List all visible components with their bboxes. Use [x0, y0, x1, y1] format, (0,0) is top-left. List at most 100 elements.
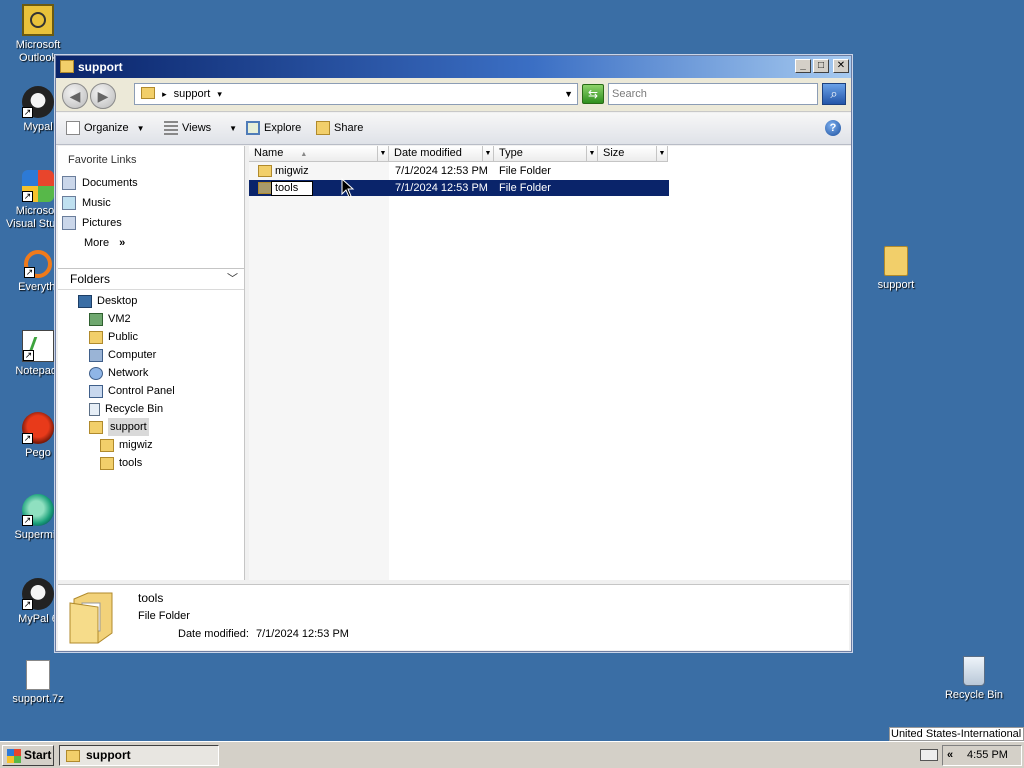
chevron-down-icon: ▼: [229, 123, 238, 133]
tree-item-label: migwiz: [119, 439, 153, 451]
file-name: migwiz: [275, 165, 309, 177]
desktop-icon: [78, 294, 92, 308]
explore-button[interactable]: Explore: [246, 121, 301, 135]
file-type: File Folder: [499, 165, 551, 177]
shortcut-arrow-icon: ↗: [22, 107, 33, 118]
folder-icon: [141, 87, 155, 99]
close-button[interactable]: ✕: [833, 59, 849, 73]
organize-icon: [66, 121, 80, 135]
shortcut-arrow-icon: ↗: [22, 433, 33, 444]
window-controls: _ □ ✕: [795, 59, 849, 73]
column-header-name[interactable]: Name ▲ ▼: [249, 146, 389, 162]
command-toolbar: Organize ▼ Views ▼ Explore Share ?: [56, 113, 851, 145]
start-label: Start: [24, 748, 52, 762]
chevron-down-icon[interactable]: ﹀: [227, 269, 238, 289]
tree-item-label: Network: [108, 367, 149, 379]
organize-button[interactable]: Organize ▼: [66, 121, 145, 135]
search-input[interactable]: Search: [608, 83, 818, 105]
tree-item-label: VM2: [108, 313, 131, 325]
column-filter-dropdown[interactable]: ▼: [656, 146, 667, 161]
tree-item-support[interactable]: support: [89, 418, 149, 436]
details-name: tools: [138, 591, 164, 605]
favorite-item-documents[interactable]: Documents: [62, 174, 138, 192]
tree-item-tools[interactable]: tools: [100, 454, 142, 472]
user-folder-icon: [89, 312, 103, 326]
shortcut-arrow-icon: ↗: [23, 350, 34, 361]
tree-item-control-panel[interactable]: Control Panel: [89, 382, 175, 400]
tree-item-label: Recycle Bin: [105, 403, 164, 415]
address-dropdown-icon[interactable]: ▼: [564, 84, 573, 104]
share-button[interactable]: Share: [316, 121, 363, 135]
shortcut-arrow-icon: ↗: [22, 191, 33, 202]
views-icon: [164, 121, 178, 135]
address-bar[interactable]: ▸ support ▾ ▼: [134, 83, 578, 105]
start-button[interactable]: Start: [2, 745, 54, 766]
rename-input[interactable]: tools: [271, 181, 313, 196]
favorite-item-pictures[interactable]: Pictures: [62, 214, 122, 232]
tree-item-label: tools: [119, 457, 143, 469]
desktop-icon-support-folder[interactable]: support: [858, 246, 934, 292]
mypal-icon: ↗: [22, 578, 54, 610]
taskbar-item-support[interactable]: support: [59, 745, 219, 766]
tray-expand-button[interactable]: «: [943, 746, 957, 765]
search-icon[interactable]: ⌕: [822, 83, 846, 105]
tree-item-recycle-bin[interactable]: Recycle Bin: [89, 400, 163, 418]
tree-item-computer[interactable]: Computer: [89, 346, 156, 364]
folder-icon: [258, 165, 272, 177]
favorite-more[interactable]: More »: [84, 234, 125, 252]
help-icon[interactable]: ?: [825, 120, 841, 136]
minimize-button[interactable]: _: [795, 59, 811, 73]
network-icon: [89, 366, 103, 380]
desktop-icon-recycle-bin[interactable]: Recycle Bin: [936, 656, 1012, 702]
details-pane: tools File Folder Date modified: 7/1/202…: [58, 584, 849, 650]
notepad-icon: ↗: [22, 330, 54, 362]
column-filter-dropdown[interactable]: ▼: [586, 146, 597, 161]
desktop-icon-support-7z[interactable]: support.7z: [0, 660, 76, 706]
file-row-tools[interactable]: tools 7/1/2024 12:53 PM File Folder: [249, 180, 669, 196]
language-bar[interactable]: United States-International: [889, 727, 1024, 741]
folder-icon: [884, 246, 908, 276]
window-title: support: [78, 60, 123, 74]
breadcrumb-separator: ▸: [162, 89, 167, 99]
maximize-button[interactable]: □: [813, 59, 829, 73]
pego-icon: ↗: [22, 412, 54, 444]
system-tray: « 4:55 PM: [942, 745, 1022, 766]
window-titlebar[interactable]: support _ □ ✕: [56, 56, 851, 78]
supermium-icon: ↗: [22, 494, 54, 526]
favorite-item-music[interactable]: Music: [62, 194, 111, 212]
column-header-date-modified[interactable]: Date modified ▼: [389, 146, 494, 162]
folder-icon: [66, 749, 80, 762]
views-button[interactable]: Views ▼: [164, 121, 237, 135]
refresh-button[interactable]: ⇆: [582, 84, 604, 104]
tree-item-migwiz[interactable]: migwiz: [100, 436, 153, 454]
tree-item-label: Control Panel: [108, 385, 175, 397]
computer-icon: [89, 348, 103, 362]
column-filter-dropdown[interactable]: ▼: [377, 146, 388, 161]
folders-header[interactable]: Folders ﹀: [58, 268, 244, 290]
folder-icon: [100, 456, 114, 470]
tree-item-network[interactable]: Network: [89, 364, 148, 382]
navigation-pane: Favorite Links Documents Music Pictures …: [58, 146, 245, 580]
double-chevron-icon: »: [119, 237, 126, 249]
recycle-bin-icon: [89, 402, 100, 416]
desktop-icon-label: support.7z: [12, 693, 64, 705]
details-type: File Folder: [138, 610, 190, 622]
mouse-cursor-icon: [341, 178, 355, 198]
tree-item-public[interactable]: Public: [89, 328, 138, 346]
chevron-down-icon[interactable]: ▾: [217, 89, 222, 99]
keyboard-icon[interactable]: [920, 749, 938, 761]
breadcrumb-support[interactable]: support: [174, 88, 211, 100]
forward-button[interactable]: ▶: [90, 83, 116, 109]
column-filter-dropdown[interactable]: ▼: [482, 146, 493, 161]
clock[interactable]: 4:55 PM: [967, 746, 1008, 765]
explore-icon: [246, 121, 260, 135]
tree-item-label: Desktop: [97, 295, 138, 307]
back-button[interactable]: ◀: [62, 83, 88, 109]
file-list-pane[interactable]: Name ▲ ▼ Date modified ▼ Type ▼ Size ▼ m…: [249, 146, 851, 580]
file-row-migwiz[interactable]: migwiz 7/1/2024 12:53 PM File Folder: [249, 163, 669, 179]
tree-item-vm2[interactable]: VM2: [89, 310, 131, 328]
column-header-type[interactable]: Type ▼: [494, 146, 598, 162]
column-header-label: Type: [499, 147, 523, 159]
tree-item-desktop[interactable]: Desktop: [78, 292, 137, 310]
column-header-size[interactable]: Size ▼: [598, 146, 668, 162]
